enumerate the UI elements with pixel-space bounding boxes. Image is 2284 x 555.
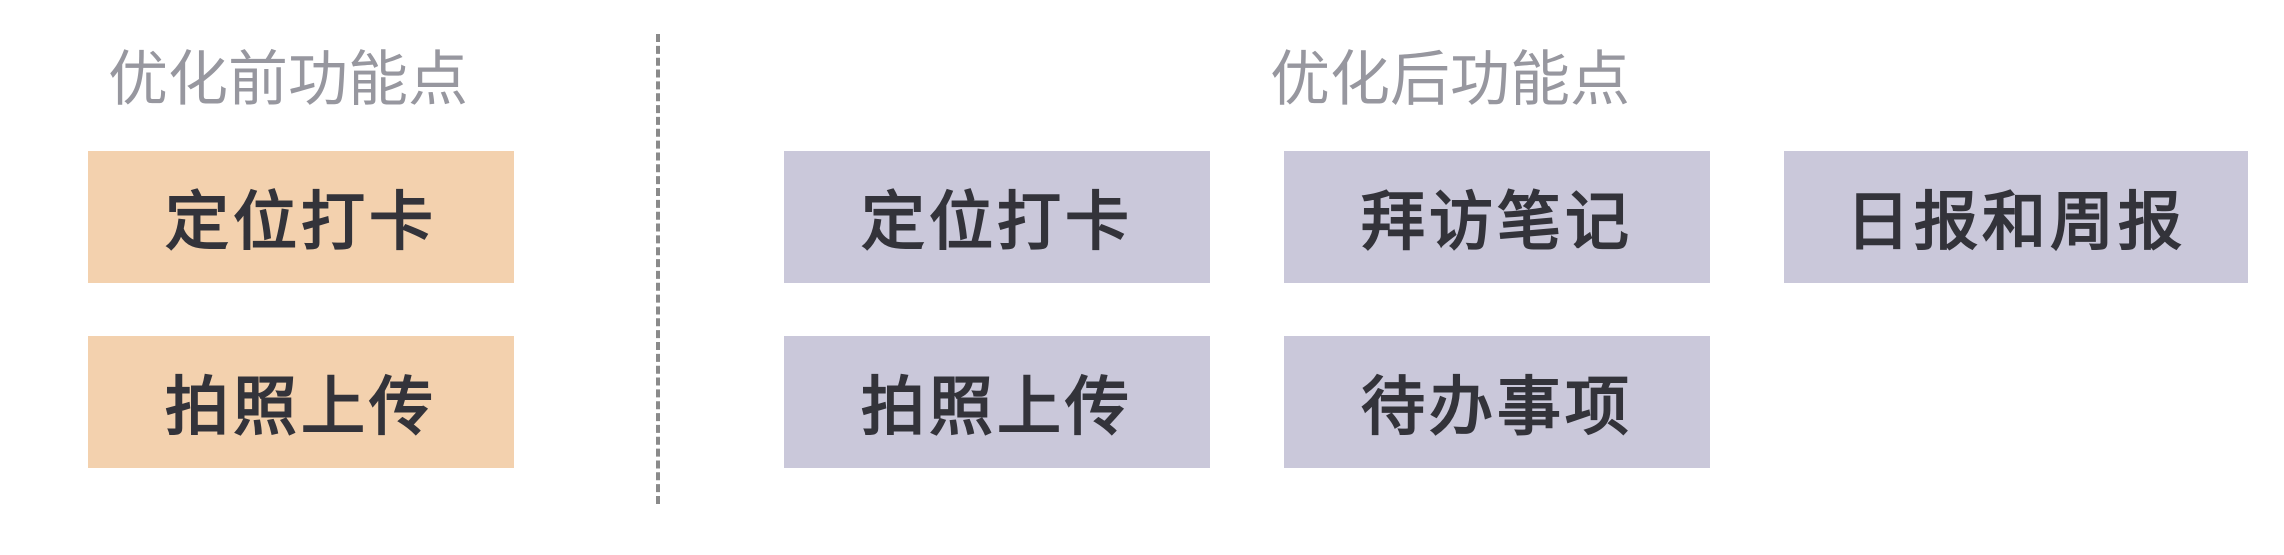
- before-feature-location-checkin: 定位打卡: [88, 151, 514, 283]
- after-feature-location-checkin: 定位打卡: [784, 151, 1210, 283]
- section-divider: [656, 34, 660, 504]
- after-section-title: 优化后功能点: [1270, 45, 1630, 115]
- before-feature-photo-upload: 拍照上传: [88, 336, 514, 468]
- after-feature-visit-notes: 拜访笔记: [1284, 151, 1710, 283]
- after-feature-photo-upload: 拍照上传: [784, 336, 1210, 468]
- before-section-title: 优化前功能点: [108, 45, 468, 115]
- after-feature-todo-items: 待办事项: [1284, 336, 1710, 468]
- after-feature-daily-weekly-report: 日报和周报: [1784, 151, 2248, 283]
